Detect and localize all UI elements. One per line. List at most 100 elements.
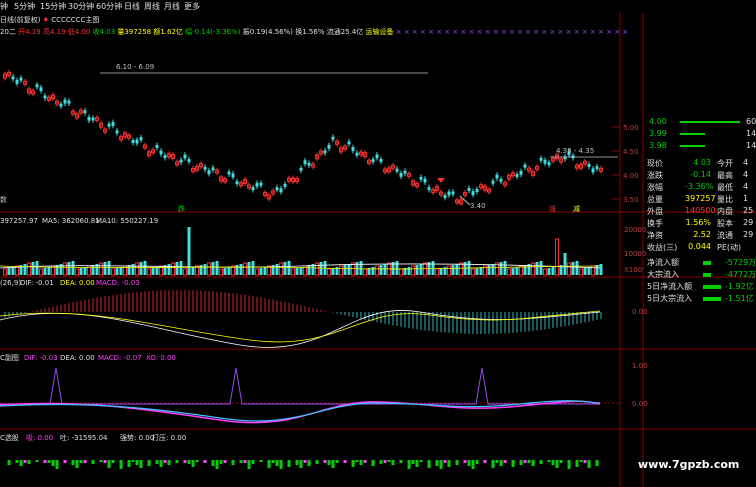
macd-value: MACD: -0.03 [96,279,140,287]
c2-bar [55,460,59,469]
c2-bar [547,460,551,462]
quote-key2: 今开 [717,159,733,168]
vol-bar [135,262,139,276]
vol-bar [587,267,591,275]
c2-bar [387,460,391,462]
c2-bar [527,460,531,463]
quote-row: 现价 4.03 今开 4 [645,158,756,170]
candle-body [395,168,399,172]
c2-bar [491,460,495,468]
fund-flow-row: 净流入额 -5729万 [645,257,756,269]
candle-body [207,170,211,175]
c2-bar [139,460,143,468]
vol-bar [379,265,383,275]
candle-body [523,164,527,168]
vol-bar [83,267,87,275]
vol-bar [119,267,123,275]
c2-bar [415,460,419,467]
candle-body [39,87,43,92]
vol-y-label: 10000 [624,250,646,258]
c2-bar [495,460,499,463]
vol-bar [179,261,183,275]
vol-bar [343,265,347,275]
c2-bar [435,460,439,466]
c2-bar [43,460,47,463]
quote-value: 140500 [685,206,716,215]
high-annotation-2: 4.38 - 4.35 [556,147,594,155]
candle-body [447,191,451,196]
c2-bar [363,460,367,463]
flow-label: 5日大宗流入 [647,294,693,303]
c2-bar [595,460,599,466]
vol-bar [239,264,243,275]
c2-bar [295,460,299,465]
quote-key2: 最低 [717,183,733,192]
vol-bar [251,261,255,275]
c2-bar [335,460,339,463]
vol-bar [595,265,599,275]
candle-body [91,117,95,121]
c2-bar [447,460,451,467]
high-annotation-1: 6.10 - 6.09 [116,63,154,71]
vol-bar [371,267,375,275]
vol-y-label: X100 [624,266,642,274]
candle-body [499,178,503,182]
candle-body [379,159,383,162]
quote-value: -3.36% [685,182,714,191]
vol-bar [31,262,35,275]
vol-bar [155,267,159,275]
quote-value2: 4 [743,182,749,191]
c2-bar [391,460,395,465]
c2-bar [159,460,163,467]
vol-bar [475,268,479,275]
candle-body [279,188,283,193]
vol-bar [43,268,47,275]
vol-bar [103,262,107,275]
c2-bar [411,460,415,464]
c2-bar [463,460,467,463]
vol-ma10: MA10: 550227.19 [96,217,158,225]
vol-bar [491,264,495,275]
vol-bar [191,267,195,275]
candle-body [251,187,255,191]
c2-bar [587,460,591,468]
candle-body [163,155,167,159]
quote-key: 涨幅 [647,183,663,192]
vol-bar [207,262,211,276]
y-tick-label: 3.50 [623,196,639,204]
vol-bar [215,261,219,275]
flow-value: -4772万 [725,270,756,279]
signal-tui: 减 [573,204,580,213]
c2-bar [103,460,107,463]
quote-value2: 25 [743,206,754,215]
vol-bar [359,261,363,275]
c2-bar [107,460,111,468]
c2-bar [175,460,179,463]
candle-body [331,136,335,140]
c2-bar [499,460,503,466]
macd-dea: DEA: 0.00 [60,279,95,287]
candle-body [323,150,327,154]
candle-body [519,170,523,175]
c2-bar [119,460,123,469]
c-y-label: 1.00 [632,362,648,370]
quote-value: 0.044 [688,242,711,251]
c2-bar [47,460,51,463]
vol-label: 397257.97 [0,217,38,225]
candle-body [227,171,231,175]
vol-bar [419,264,423,275]
vol-bar [107,261,111,275]
c2-bar [211,460,215,466]
candle-body [423,178,427,183]
kline-chart[interactable]: 5.00 4.50 4.00 3.50 6.10 - 6.09 4.38 - 4.35 3.… [0,0,756,487]
quote-row: 涨幅 -3.36% 最低 4 [645,182,756,194]
vol-bar [283,262,287,275]
c2-bar [303,460,307,463]
vol-bar [511,268,515,275]
vol-bar [523,265,527,275]
candle-body [587,163,591,167]
vol-bar [139,262,143,275]
quote-key2: PE(动) [717,243,742,252]
vol-bar [319,262,323,275]
c2-bar [427,460,431,468]
